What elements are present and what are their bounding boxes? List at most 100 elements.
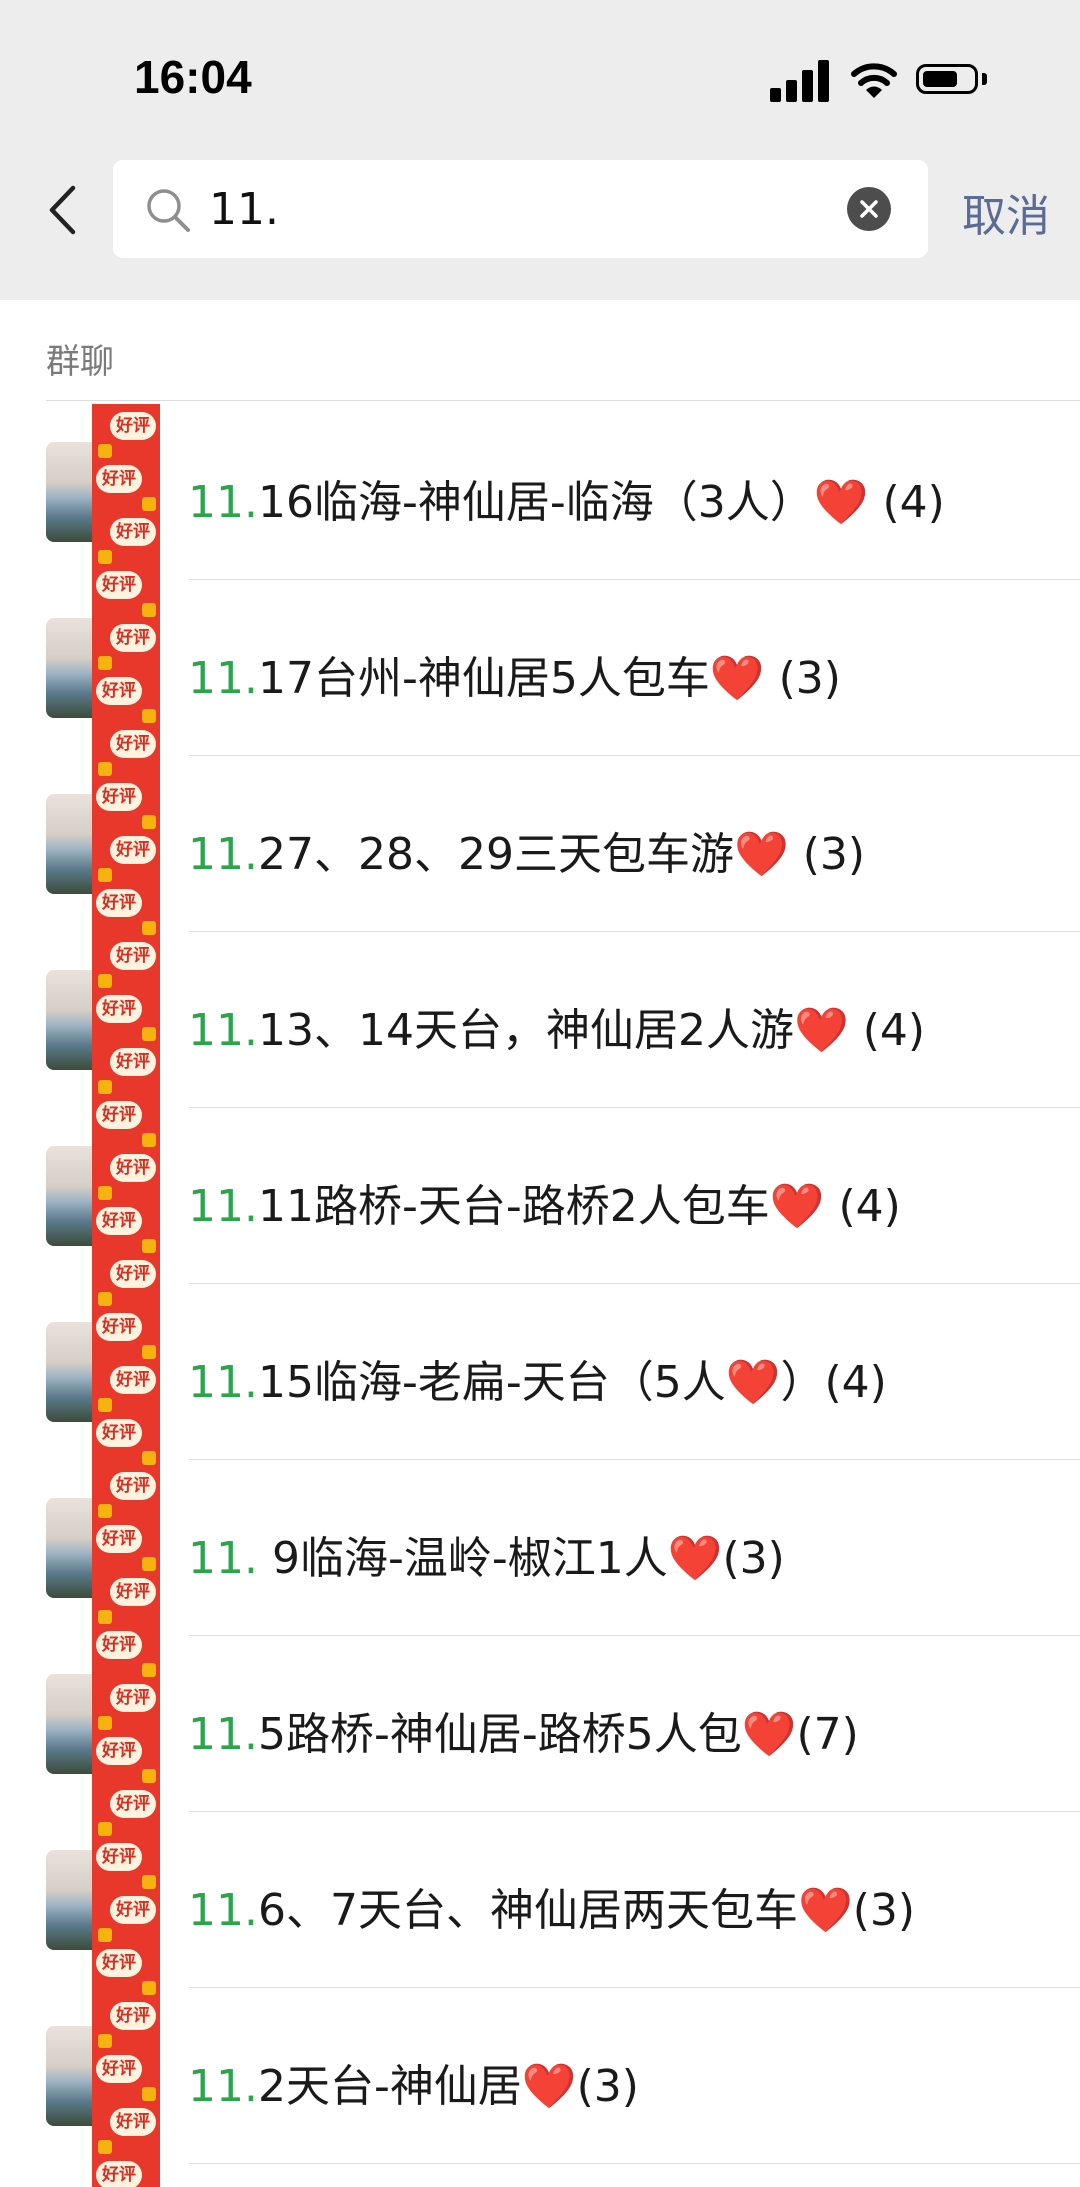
- review-sticker: 好评: [96, 1313, 142, 1341]
- chevron-left-icon: [49, 185, 76, 235]
- wifi-icon: [851, 63, 897, 98]
- thumbs-up-icon: [98, 444, 112, 458]
- thumbs-up-icon: [142, 815, 156, 829]
- review-sticker: 好评: [110, 1578, 156, 1606]
- thumbs-up-icon: [98, 974, 112, 988]
- review-sticker-overlay: 好评 好评 好评 好评 好评 好评 好评 好评 好评 好评 好评 好评 好评 好评 好评 好评 好评 好评 好评 好评…: [92, 404, 160, 2187]
- list-item[interactable]: 11.13、14天台，神仙居2人游❤️ (4): [0, 932, 1080, 1108]
- thumbs-up-icon: [98, 1292, 112, 1306]
- review-sticker: 好评: [110, 518, 156, 546]
- clear-search-button[interactable]: [847, 187, 891, 231]
- review-sticker: 好评: [110, 1896, 156, 1924]
- group-chat-name: 11.27、28、29三天包车游❤️ (3): [188, 818, 865, 882]
- thumbs-up-icon: [142, 603, 156, 617]
- group-chat-name: 11.6、7天台、神仙居两天包车❤️(3): [188, 1874, 915, 1938]
- match-highlight: 11.: [188, 2061, 258, 2112]
- thumbs-up-icon: [98, 1504, 112, 1518]
- review-sticker: 好评: [110, 1366, 156, 1394]
- review-sticker: 好评: [110, 2108, 156, 2136]
- match-highlight: 11.: [188, 1357, 258, 1408]
- thumbs-up-icon: [142, 1027, 156, 1041]
- review-sticker: 好评: [96, 677, 142, 705]
- match-highlight: 11.: [188, 1533, 258, 1584]
- review-sticker: 好评: [96, 1101, 142, 1129]
- review-sticker: 好评: [110, 624, 156, 652]
- title-text: 6、7天台、神仙居两天包车❤️(3): [257, 1885, 916, 1936]
- match-highlight: 11.: [188, 829, 258, 880]
- review-sticker: 好评: [110, 1260, 156, 1288]
- search-header: 16:04 11. 取消: [0, 0, 1080, 300]
- review-sticker: 好评: [96, 995, 142, 1023]
- title-text: 11路桥-天台-路桥2人包车❤️ (4): [257, 1181, 901, 1232]
- thumbs-up-icon: [142, 2087, 156, 2101]
- search-box[interactable]: [113, 160, 928, 258]
- group-chat-name: 11.16临海-神仙居-临海（3人）❤️ (4): [188, 466, 945, 530]
- thumbs-up-icon: [98, 1186, 112, 1200]
- list-item[interactable]: 11.16临海-神仙居-临海（3人）❤️ (4): [0, 404, 1080, 580]
- back-button[interactable]: [40, 178, 84, 242]
- review-sticker: 好评: [110, 412, 156, 440]
- match-highlight: 11.: [188, 1181, 258, 1232]
- list-item[interactable]: 11.27、28、29三天包车游❤️ (3): [0, 756, 1080, 932]
- thumbs-up-icon: [98, 1928, 112, 1942]
- match-highlight: 11.: [188, 1885, 258, 1936]
- thumbs-up-icon: [98, 2140, 112, 2154]
- section-title-group-chats: 群聊: [46, 342, 114, 382]
- list-item[interactable]: 11. 9临海-温岭-椒江1人❤️(3): [0, 1460, 1080, 1636]
- review-sticker: 好评: [110, 1154, 156, 1182]
- group-chat-name: 11.11路桥-天台-路桥2人包车❤️ (4): [188, 1170, 901, 1234]
- search-icon: [147, 189, 190, 232]
- list-item[interactable]: 11.2天台-神仙居❤️(3): [0, 1988, 1080, 2164]
- thumbs-up-icon: [142, 1769, 156, 1783]
- review-sticker: 好评: [96, 1419, 142, 1447]
- title-text: 16临海-神仙居-临海（3人）❤️ (4): [257, 477, 945, 528]
- thumbs-up-icon: [142, 1133, 156, 1147]
- list-item[interactable]: 11.5路桥-神仙居-路桥5人包❤️(7): [0, 1636, 1080, 1812]
- title-text: 13、14天台，神仙居2人游❤️ (4): [257, 1005, 926, 1056]
- section-divider: [46, 400, 1080, 401]
- group-chat-name: 11.5路桥-神仙居-路桥5人包❤️(7): [188, 1698, 859, 1762]
- thumbs-up-icon: [98, 1822, 112, 1836]
- thumbs-up-icon: [98, 1080, 112, 1094]
- review-sticker: 好评: [96, 783, 142, 811]
- thumbs-up-icon: [98, 1716, 112, 1730]
- review-sticker: 好评: [96, 1737, 142, 1765]
- group-chat-name: 11.17台州-神仙居5人包车❤️ (3): [188, 642, 841, 706]
- thumbs-up-icon: [98, 2034, 112, 2048]
- thumbs-up-icon: [98, 1398, 112, 1412]
- thumbs-up-icon: [98, 550, 112, 564]
- review-sticker: 好评: [110, 2002, 156, 2030]
- review-sticker: 好评: [110, 1048, 156, 1076]
- cancel-button[interactable]: 取消: [962, 180, 1050, 244]
- group-chat-name: 11.15临海-老扁-天台（5人❤️）(4): [188, 1346, 887, 1410]
- list-item[interactable]: 11.11路桥-天台-路桥2人包车❤️ (4): [0, 1108, 1080, 1284]
- list-item[interactable]: 11.6、7天台、神仙居两天包车❤️(3): [0, 1812, 1080, 1988]
- search-input[interactable]: [209, 182, 789, 236]
- thumbs-up-icon: [142, 1981, 156, 1995]
- thumbs-up-icon: [142, 921, 156, 935]
- review-sticker: 好评: [96, 571, 142, 599]
- thumbs-up-icon: [98, 868, 112, 882]
- title-text: 15临海-老扁-天台（5人❤️）(4): [257, 1357, 887, 1408]
- battery-icon: [916, 64, 978, 94]
- match-highlight: 11.: [188, 1005, 258, 1056]
- review-sticker: 好评: [96, 2055, 142, 2083]
- list-item[interactable]: 11.17台州-神仙居5人包车❤️ (3): [0, 580, 1080, 756]
- review-sticker: 好评: [96, 2161, 142, 2187]
- list-item[interactable]: 11.15临海-老扁-天台（5人❤️）(4): [0, 1284, 1080, 1460]
- close-icon: [860, 200, 878, 218]
- review-sticker: 好评: [110, 1790, 156, 1818]
- cellular-signal-icon: [770, 58, 832, 102]
- group-chat-name: 11.13、14天台，神仙居2人游❤️ (4): [188, 994, 925, 1058]
- review-sticker: 好评: [110, 942, 156, 970]
- review-sticker: 好评: [110, 730, 156, 758]
- review-sticker: 好评: [96, 889, 142, 917]
- group-chat-name: 11.2天台-神仙居❤️(3): [188, 2050, 639, 2114]
- match-highlight: 11.: [188, 653, 258, 704]
- title-text: 5路桥-神仙居-路桥5人包❤️(7): [257, 1709, 859, 1760]
- match-highlight: 11.: [188, 477, 258, 528]
- review-sticker: 好评: [110, 836, 156, 864]
- review-sticker: 好评: [96, 1843, 142, 1871]
- match-highlight: 11.: [188, 1709, 258, 1760]
- battery-tip: [982, 73, 987, 85]
